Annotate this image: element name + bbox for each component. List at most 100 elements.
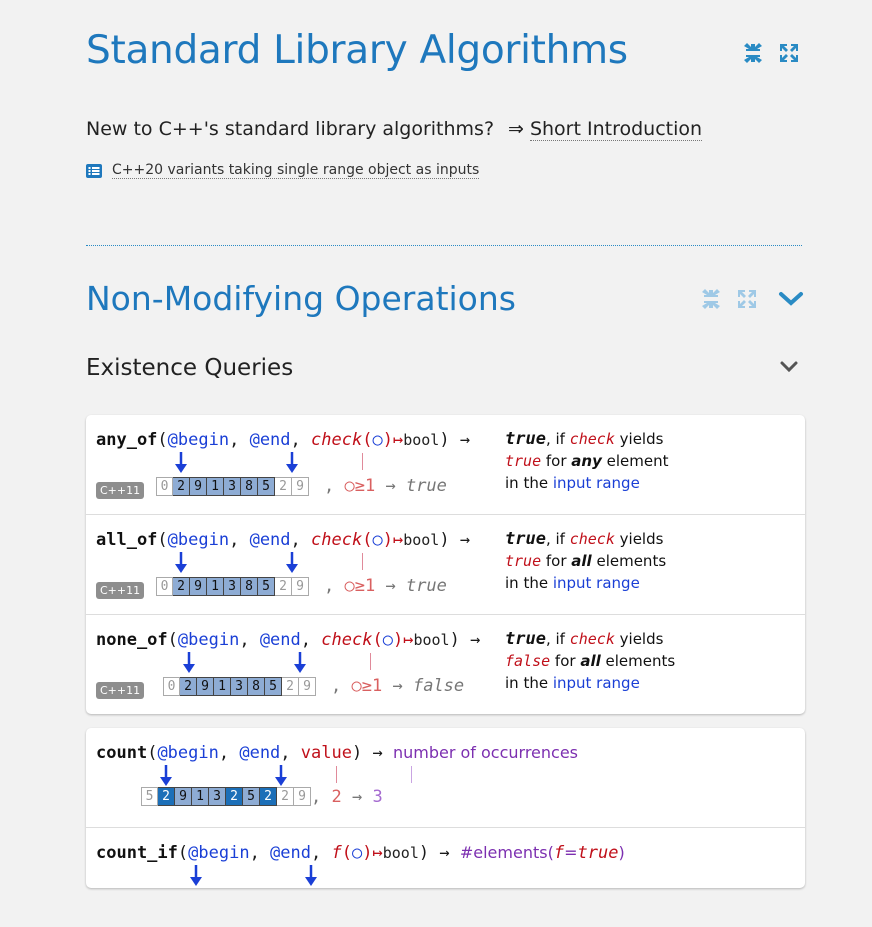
count-example: , 2 → 3 <box>311 787 383 807</box>
section-chevron-down-icon[interactable] <box>778 290 804 308</box>
example-result: true <box>405 476 447 496</box>
function-name[interactable]: count <box>96 743 147 763</box>
input-range-link[interactable]: input range <box>553 574 640 592</box>
function-name[interactable]: all_of <box>96 530 157 550</box>
range-cell: 2 <box>260 787 277 806</box>
desc-text: for <box>541 452 572 470</box>
range-cell: 3 <box>224 477 241 496</box>
range-cell: 9 <box>175 787 192 806</box>
param-begin: @begin <box>167 530 230 550</box>
return-type: bool <box>403 431 440 449</box>
function-name[interactable]: none_of <box>96 630 168 650</box>
pred-arrow: → <box>351 787 363 807</box>
check-arg: (○) <box>362 430 393 450</box>
range-cell: 2 <box>277 787 294 806</box>
param-end: @end <box>249 430 291 450</box>
paren: ) <box>449 630 460 650</box>
param-begin: @begin <box>188 843 250 863</box>
desc-value: true <box>505 629 546 649</box>
param-check: check <box>311 430 363 450</box>
paren: ) <box>418 843 430 863</box>
range-cell: 1 <box>192 787 209 806</box>
example-result: true <box>405 576 447 596</box>
result-eq: = <box>564 843 578 862</box>
cpp20-variants-toggle[interactable]: C++20 variants taking single range objec… <box>86 162 480 179</box>
signature: any_of(@begin, @end, check(○)↦bool) → <box>96 430 470 450</box>
range-cell: 9 <box>197 677 214 696</box>
param-f: f <box>331 843 342 863</box>
range-cell: 9 <box>190 477 207 496</box>
param-end: @end <box>259 630 301 650</box>
desc-text: elements <box>600 652 676 670</box>
intro-arrow: ⇒ <box>508 118 524 140</box>
return-type: bool <box>403 531 440 549</box>
collapse-section-icon[interactable] <box>700 288 722 310</box>
mapsto: ↦ <box>403 630 414 650</box>
result-arrow: → <box>459 430 471 450</box>
paren: ) <box>439 530 450 550</box>
short-introduction-link[interactable]: Short Introduction <box>529 118 703 141</box>
range-cell: 0 <box>156 477 173 496</box>
check-marker <box>362 453 363 470</box>
function-name[interactable]: count_if <box>96 843 178 863</box>
comma: , <box>280 743 301 763</box>
expand-all-icon[interactable] <box>778 42 800 64</box>
param-begin: @begin <box>157 743 219 763</box>
param-begin: @begin <box>177 630 240 650</box>
begin-arrow-icon <box>175 552 187 573</box>
check-marker <box>362 553 363 570</box>
predicate: ○≥1 <box>351 676 383 696</box>
range-cell: 2 <box>173 477 190 496</box>
range-cell: 9 <box>294 787 311 806</box>
end-arrow-icon <box>294 652 306 673</box>
desc-text: element <box>601 452 669 470</box>
value-marker <box>336 766 337 783</box>
desc-text: yields <box>614 630 664 648</box>
function-name[interactable]: any_of <box>96 430 157 450</box>
subsection-chevron-down-icon[interactable] <box>779 360 799 374</box>
signature: all_of(@begin, @end, check(○)↦bool) → <box>96 530 470 550</box>
end-arrow-icon <box>286 552 298 573</box>
expand-section-icon[interactable] <box>736 288 758 310</box>
result-label: number of occurrences <box>392 743 579 762</box>
signature: none_of(@begin, @end, check(○)↦bool) → <box>96 630 480 650</box>
predicate-example: , ○≥1 → false <box>331 676 465 696</box>
desc-text: yields <box>614 530 664 548</box>
example-result: false <box>412 676 465 696</box>
comma: , <box>290 430 312 450</box>
range-cell: 5 <box>258 477 275 496</box>
check-arg: (○) <box>372 630 404 650</box>
comma: , <box>249 843 271 863</box>
predicate-example: , ○≥1 → true <box>324 476 447 496</box>
header-toolbar <box>742 42 800 64</box>
desc-check: check <box>569 530 615 548</box>
result-marker <box>411 766 412 783</box>
end-arrow-icon <box>275 765 287 786</box>
desc-text: , if <box>545 430 570 448</box>
paren: ( <box>157 430 168 450</box>
comma: , <box>290 530 312 550</box>
desc-text: for <box>550 652 581 670</box>
result-arrow: → <box>459 530 471 550</box>
desc-bool: true <box>505 552 542 570</box>
begin-arrow-icon <box>175 452 187 473</box>
range-cell: 8 <box>241 477 258 496</box>
range-cell: 8 <box>248 677 265 696</box>
cpp11-badge: C++11 <box>96 582 145 599</box>
input-range-link[interactable]: input range <box>553 474 640 492</box>
paren: ) <box>439 430 450 450</box>
desc-text: elements <box>591 552 667 570</box>
desc-check: check <box>569 430 615 448</box>
range-cell: 9 <box>299 677 316 696</box>
result-f: f <box>553 843 565 863</box>
description: true, if check yields true for any eleme… <box>505 428 669 494</box>
collapse-all-icon[interactable] <box>742 42 764 64</box>
range-cell: 2 <box>173 577 190 596</box>
comma: , <box>239 630 260 650</box>
range-cell: 2 <box>180 677 197 696</box>
mapsto: ↦ <box>392 430 404 450</box>
range-visual: 0 2 9 1 3 8 5 2 9 <box>156 577 309 596</box>
comma: , <box>300 630 322 650</box>
input-range-link[interactable]: input range <box>553 674 640 692</box>
existence-queries-card: any_of(@begin, @end, check(○)↦bool) → C+… <box>86 415 805 714</box>
